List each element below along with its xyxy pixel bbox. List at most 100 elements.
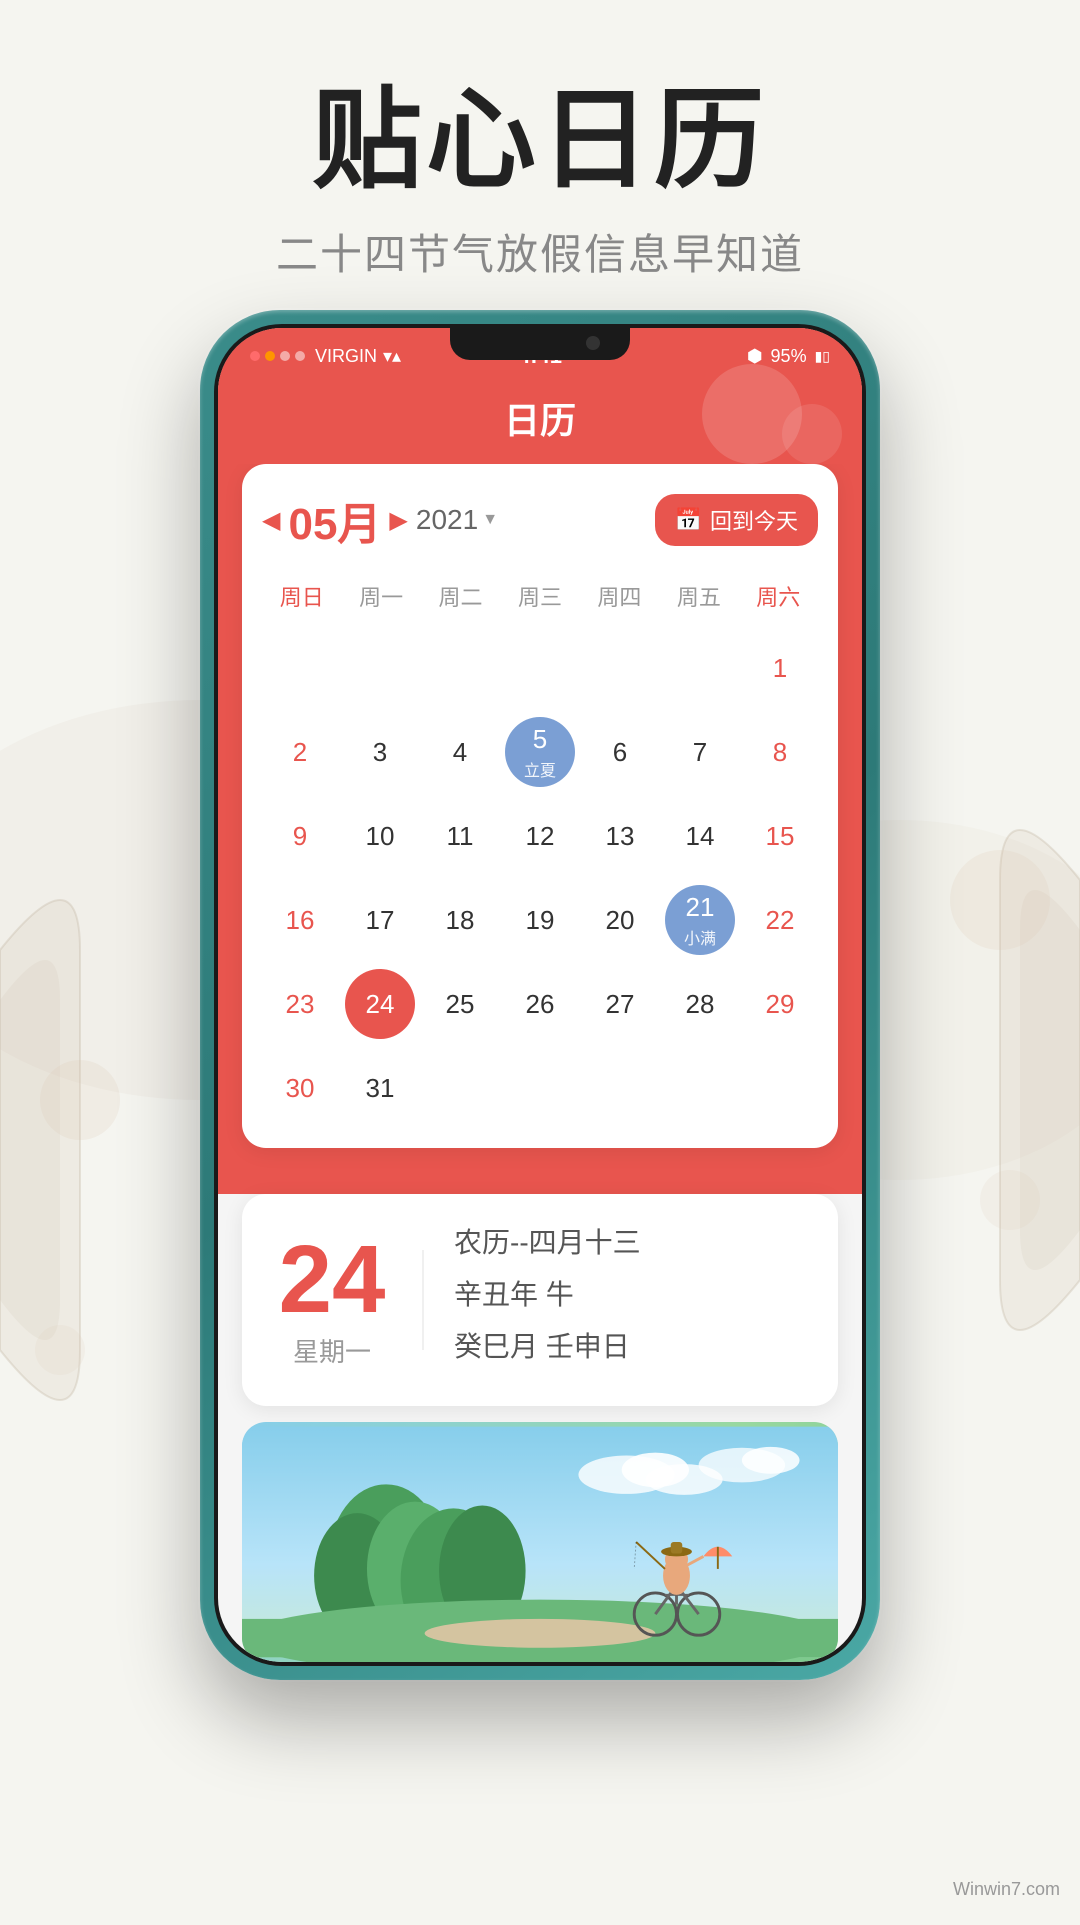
- cal-cell-22[interactable]: 22: [742, 880, 818, 960]
- cal-cell-12[interactable]: 12: [502, 796, 578, 876]
- cal-daynum-19: 19: [526, 905, 555, 936]
- cal-cell-21[interactable]: 21 小满: [662, 880, 738, 960]
- cal-day-29: 29: [766, 964, 795, 1044]
- camera-cutout: [586, 336, 600, 350]
- cal-daynum-21: 21: [686, 892, 715, 923]
- cal-cell-3[interactable]: 3: [342, 712, 418, 792]
- date-big-section: 24 星期一: [272, 1232, 392, 1369]
- today-button[interactable]: 📅 回到今天: [655, 494, 818, 546]
- cal-day-25: 25: [446, 964, 475, 1044]
- cal-daynum-16: 16: [286, 905, 315, 936]
- status-bar-left: VIRGIN ▾▴: [250, 346, 401, 367]
- cal-cell-5[interactable]: 5 立夏: [502, 712, 578, 792]
- cal-daynum-10: 10: [366, 821, 395, 852]
- calendar-nav: ◀ 05月 ▶ 2021 ▼ 📅 回到今天: [262, 488, 818, 552]
- cal-cell-24[interactable]: 24: [342, 964, 418, 1044]
- weekday-sat: 周六: [739, 572, 818, 620]
- cal-daynum-27: 27: [606, 989, 635, 1020]
- cal-daynum-20: 20: [606, 905, 635, 936]
- cal-day-2: 2: [293, 712, 307, 792]
- cal-cell-9[interactable]: 9: [262, 796, 338, 876]
- cal-cell-empty-r6-4: [502, 1048, 578, 1128]
- cal-daynum-7: 7: [693, 737, 707, 768]
- cal-cell-20[interactable]: 20: [582, 880, 658, 960]
- cal-cell-30[interactable]: 30: [262, 1048, 338, 1128]
- cal-cell-empty-r6-3: [422, 1048, 498, 1128]
- cal-daynum-9: 9: [293, 821, 307, 852]
- month-nav: ◀ 05月 ▶ 2021 ▼: [262, 488, 498, 552]
- cal-day-4: 4: [453, 712, 467, 792]
- cal-day-5-lixia: 5 立夏: [505, 717, 575, 787]
- cal-daynum-31: 31: [366, 1073, 395, 1104]
- calendar-card: ◀ 05月 ▶ 2021 ▼ 📅 回到今天: [242, 464, 838, 1148]
- main-title: 贴心日历: [0, 80, 1080, 201]
- cal-day-11: 11: [447, 796, 474, 876]
- cal-cell-13[interactable]: 13: [582, 796, 658, 876]
- calendar-grid: 1 2 3: [262, 628, 818, 1128]
- status-bar-right: ⬢ 95% ▮▯: [747, 346, 830, 367]
- cal-day-22: 22: [766, 880, 795, 960]
- cal-cell-27[interactable]: 27: [582, 964, 658, 1044]
- week-header: 周日 周一 周二 周三 周四 周五 周六: [262, 572, 818, 620]
- cal-day-16: 16: [286, 880, 315, 960]
- battery-percent: 95%: [771, 346, 807, 367]
- cal-daynum-8: 8: [773, 737, 787, 768]
- cal-day-13: 13: [606, 796, 635, 876]
- weekday-thu: 周四: [580, 572, 659, 620]
- cal-cell-28[interactable]: 28: [662, 964, 738, 1044]
- cal-day-6: 6: [613, 712, 627, 792]
- cal-cell-1[interactable]: 1: [742, 628, 818, 708]
- cal-daynum-1: 1: [773, 653, 787, 684]
- cal-cell-19[interactable]: 19: [502, 880, 578, 960]
- ganzhi-date: 癸巳月 壬申日: [454, 1326, 808, 1368]
- cal-cell-8[interactable]: 8: [742, 712, 818, 792]
- cal-daynum-11: 11: [447, 821, 474, 852]
- signal-dot-2: [265, 351, 275, 361]
- wifi-icon: ▾▴: [383, 346, 401, 367]
- cal-day21-term: 小满: [684, 925, 716, 949]
- cal-cell-14[interactable]: 14: [662, 796, 738, 876]
- cal-cell-empty-5: [582, 628, 658, 708]
- cal-day-28: 28: [686, 964, 715, 1044]
- next-month-button[interactable]: ▶: [389, 506, 407, 535]
- cal-cell-7[interactable]: 7: [662, 712, 738, 792]
- cal-daynum-24: 24: [366, 989, 395, 1020]
- prev-month-button[interactable]: ◀: [262, 506, 280, 535]
- cal-cell-10[interactable]: 10: [342, 796, 418, 876]
- cal-cell-empty-2: [342, 628, 418, 708]
- cal-cell-25[interactable]: 25: [422, 964, 498, 1044]
- cal-cell-16[interactable]: 16: [262, 880, 338, 960]
- date-detail-card: 24 星期一 农历--四月十三 辛丑年 牛 癸巳月 壬申日: [242, 1194, 838, 1406]
- signal-dot-1: [250, 351, 260, 361]
- cal-cell-31[interactable]: 31: [342, 1048, 418, 1128]
- weekday-wed: 周三: [500, 572, 579, 620]
- cal-daynum-29: 29: [766, 989, 795, 1020]
- cal-cell-23[interactable]: 23: [262, 964, 338, 1044]
- cal-cell-11[interactable]: 11: [422, 796, 498, 876]
- cal-day-30: 30: [286, 1048, 315, 1128]
- weekday-tue: 周二: [421, 572, 500, 620]
- cal-cell-empty-r6-5: [582, 1048, 658, 1128]
- battery-icon: ▮▯: [815, 348, 830, 365]
- cal-cell-6[interactable]: 6: [582, 712, 658, 792]
- cal-daynum-17: 17: [366, 905, 395, 936]
- cal-cell-empty-r6-7: [742, 1048, 818, 1128]
- cal-cell-18[interactable]: 18: [422, 880, 498, 960]
- cal-day-10: 10: [366, 796, 395, 876]
- cal-day-15: 15: [766, 796, 795, 876]
- cal-daynum-25: 25: [446, 989, 475, 1020]
- cal-cell-empty-r6-6: [662, 1048, 738, 1128]
- cal-cell-4[interactable]: 4: [422, 712, 498, 792]
- signal-dot-4: [295, 351, 305, 361]
- cal-cell-15[interactable]: 15: [742, 796, 818, 876]
- weekday-mon: 周一: [341, 572, 420, 620]
- weekday-sun: 周日: [262, 572, 341, 620]
- cal-day5-term: 立夏: [524, 757, 556, 781]
- year-zodiac: 辛丑年 牛: [454, 1274, 808, 1316]
- cal-cell-2[interactable]: 2: [262, 712, 338, 792]
- cal-cell-17[interactable]: 17: [342, 880, 418, 960]
- current-year: 2021 ▼: [416, 504, 498, 536]
- cal-cell-26[interactable]: 26: [502, 964, 578, 1044]
- cal-daynum-15: 15: [766, 821, 795, 852]
- cal-cell-29[interactable]: 29: [742, 964, 818, 1044]
